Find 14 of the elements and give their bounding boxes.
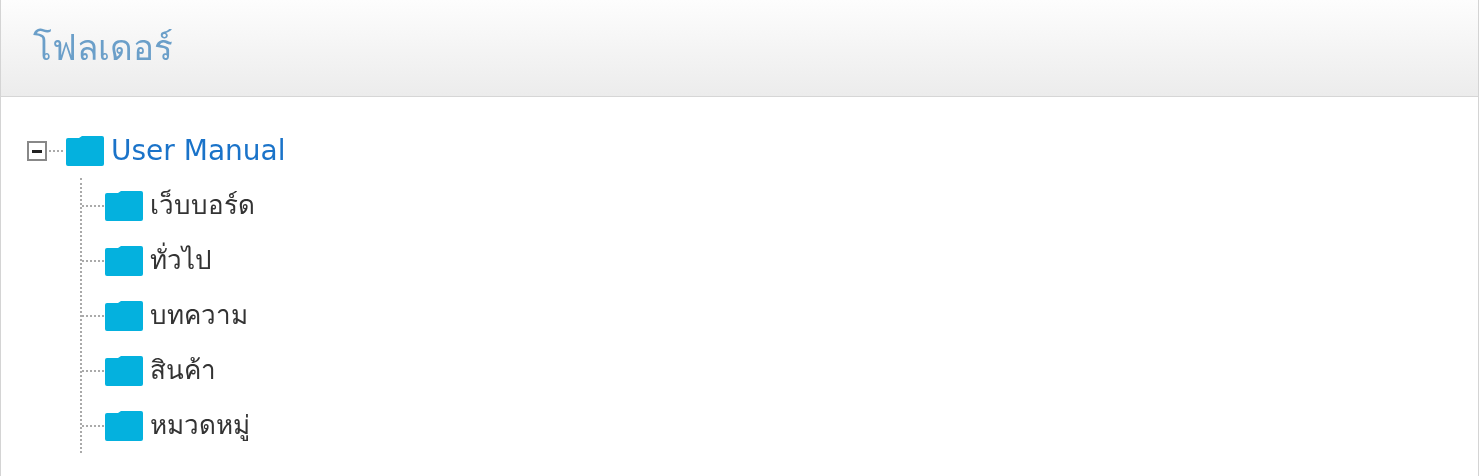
panel-title: โฟลเดอร์ <box>33 26 173 70</box>
collapse-toggle-icon[interactable] <box>27 140 47 161</box>
folder-link[interactable]: หมวดหมู่ <box>150 406 250 445</box>
folder-link[interactable]: บทความ <box>150 296 248 335</box>
folder-link[interactable]: สินค้า <box>150 351 216 390</box>
folder-link[interactable]: เว็บบอร์ด <box>150 186 255 225</box>
folder-icon <box>104 410 144 441</box>
folder-icon <box>104 190 144 221</box>
folder-icon <box>104 355 144 386</box>
folder-icon <box>104 245 144 276</box>
folder-icon <box>65 135 105 166</box>
folder-link[interactable]: User Manual <box>111 129 286 172</box>
folder-link[interactable]: ทั่วไป <box>150 241 212 280</box>
folder-icon <box>104 300 144 331</box>
